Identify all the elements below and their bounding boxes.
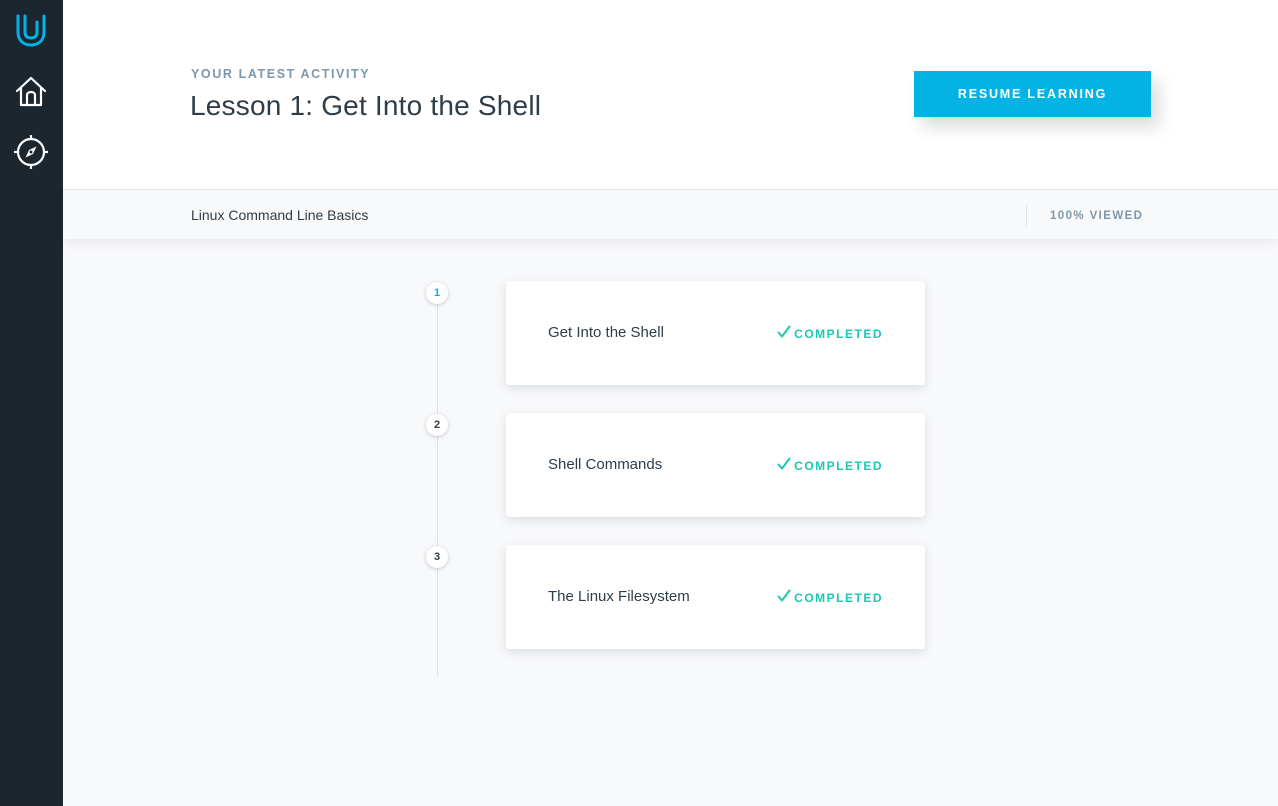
lesson-card[interactable]: The Linux Filesystem COMPLETED [506, 545, 925, 649]
completed-status: COMPLETED [777, 589, 883, 606]
completed-status: COMPLETED [777, 457, 883, 474]
latest-activity-label: YOUR LATEST ACTIVITY [191, 67, 371, 81]
resume-learning-button[interactable]: RESUME LEARNING [914, 71, 1151, 117]
step-number: 3 [426, 546, 448, 568]
lesson-title: Shell Commands [548, 456, 663, 473]
page-title: Lesson 1: Get Into the Shell [190, 90, 542, 121]
status-label: COMPLETED [794, 326, 883, 341]
course-name[interactable]: Linux Command Line Basics [191, 207, 368, 223]
compass-icon[interactable] [13, 134, 49, 170]
lesson-card[interactable]: Get Into the Shell COMPLETED [506, 281, 925, 385]
status-label: COMPLETED [794, 458, 883, 473]
check-icon [777, 325, 791, 342]
udacity-logo-icon[interactable] [13, 12, 49, 48]
divider [1026, 205, 1027, 226]
step-number: 2 [426, 414, 448, 436]
activity-header: YOUR LATEST ACTIVITY Lesson 1: Get Into … [63, 0, 1278, 190]
sidebar [0, 0, 63, 806]
lesson-title: The Linux Filesystem [548, 588, 690, 605]
course-bar: Linux Command Line Basics 100% VIEWED [63, 191, 1278, 239]
check-icon [777, 457, 791, 474]
lesson-card[interactable]: Shell Commands COMPLETED [506, 413, 925, 517]
viewed-progress: 100% VIEWED [1050, 210, 1144, 222]
completed-status: COMPLETED [777, 325, 883, 342]
timeline-line [437, 296, 438, 676]
home-icon[interactable] [13, 74, 49, 110]
step-number: 1 [426, 282, 448, 304]
lesson-title: Get Into the Shell [548, 324, 664, 341]
check-icon [777, 589, 791, 606]
status-label: COMPLETED [794, 590, 883, 605]
